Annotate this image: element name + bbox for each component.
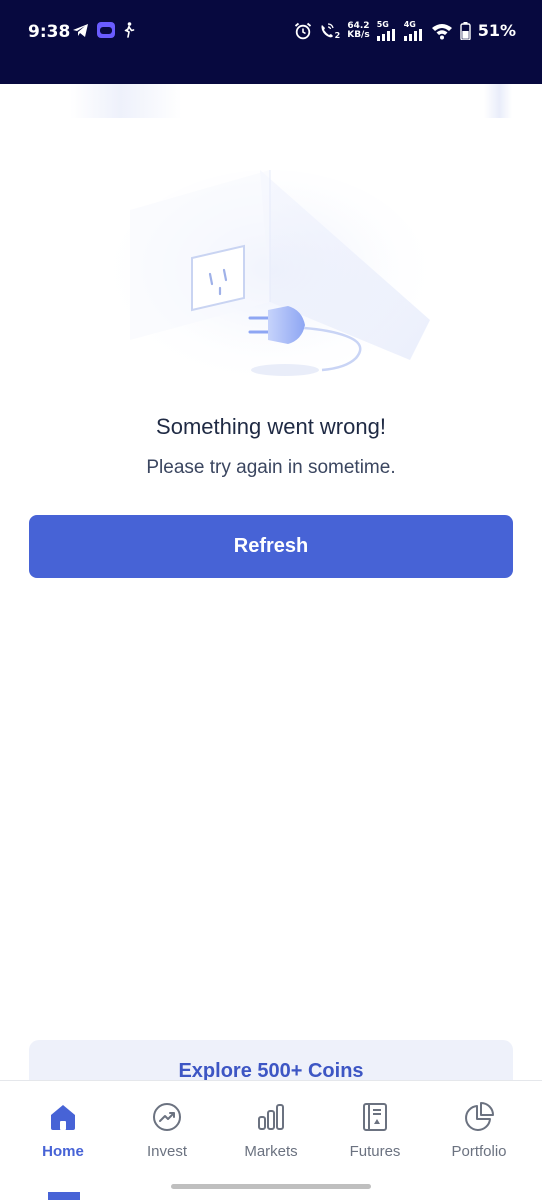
- alarm-icon: [294, 22, 311, 39]
- wifi-icon: [431, 23, 452, 39]
- walking-icon: [124, 22, 135, 38]
- status-bar: 9:38 2 64.2 KB/s 5G 4G 51%: [0, 0, 542, 84]
- nav-item-futures[interactable]: Futures: [323, 1101, 427, 1165]
- home-icon: [51, 1105, 75, 1130]
- app-notification-icon: [97, 22, 115, 38]
- nav-peek-strip: [48, 1192, 80, 1200]
- telegram-icon: [73, 23, 88, 37]
- wifi-call-indicator: 2: [319, 22, 341, 40]
- call-count-badge: 2: [334, 30, 341, 40]
- battery-icon: [460, 21, 471, 40]
- battery-percent: 51%: [477, 21, 516, 40]
- sim1-signal: 5G: [376, 20, 397, 41]
- nav-label-portfolio: Portfolio: [451, 1143, 507, 1160]
- refresh-button[interactable]: Refresh: [29, 515, 513, 578]
- document-chart-icon: [363, 1103, 387, 1131]
- header-placeholder-right: [484, 84, 512, 118]
- error-title: Something went wrong!: [156, 414, 386, 439]
- nav-item-markets[interactable]: Markets: [219, 1101, 323, 1165]
- nav-item-portfolio[interactable]: Portfolio: [427, 1101, 531, 1165]
- header-placeholder-left: [70, 84, 182, 118]
- nav-label-invest: Invest: [146, 1143, 188, 1160]
- signal-bars-icon: [403, 29, 422, 41]
- nav-item-invest[interactable]: Invest: [115, 1101, 219, 1165]
- sim1-network-label: 5G: [376, 20, 389, 29]
- bottom-navigation: Home Invest Markets Futures Portfolio: [0, 1080, 542, 1200]
- sim2-network-label: 4G: [403, 20, 416, 29]
- network-speed: 64.2 KB/s: [347, 21, 370, 40]
- socket-icon: [191, 244, 245, 312]
- pie-chart-icon: [465, 1102, 494, 1131]
- home-indicator[interactable]: [171, 1184, 371, 1189]
- error-subtitle: Please try again in sometime.: [146, 457, 396, 478]
- status-time: 9:38: [28, 22, 71, 42]
- sim2-signal: 4G: [403, 20, 424, 41]
- bar-chart-icon: [258, 1104, 284, 1130]
- nav-label-markets: Markets: [244, 1143, 298, 1160]
- unplugged-socket-illustration: [110, 170, 430, 390]
- refresh-button-label: Refresh: [233, 535, 309, 557]
- trending-up-icon: [153, 1103, 181, 1131]
- nav-item-home[interactable]: Home: [11, 1101, 115, 1165]
- signal-bars-icon: [376, 29, 395, 41]
- wifi-call-icon: [321, 22, 334, 37]
- nav-label-futures: Futures: [349, 1143, 401, 1160]
- nav-label-home: Home: [42, 1143, 84, 1160]
- network-speed-unit: KB/s: [347, 29, 370, 40]
